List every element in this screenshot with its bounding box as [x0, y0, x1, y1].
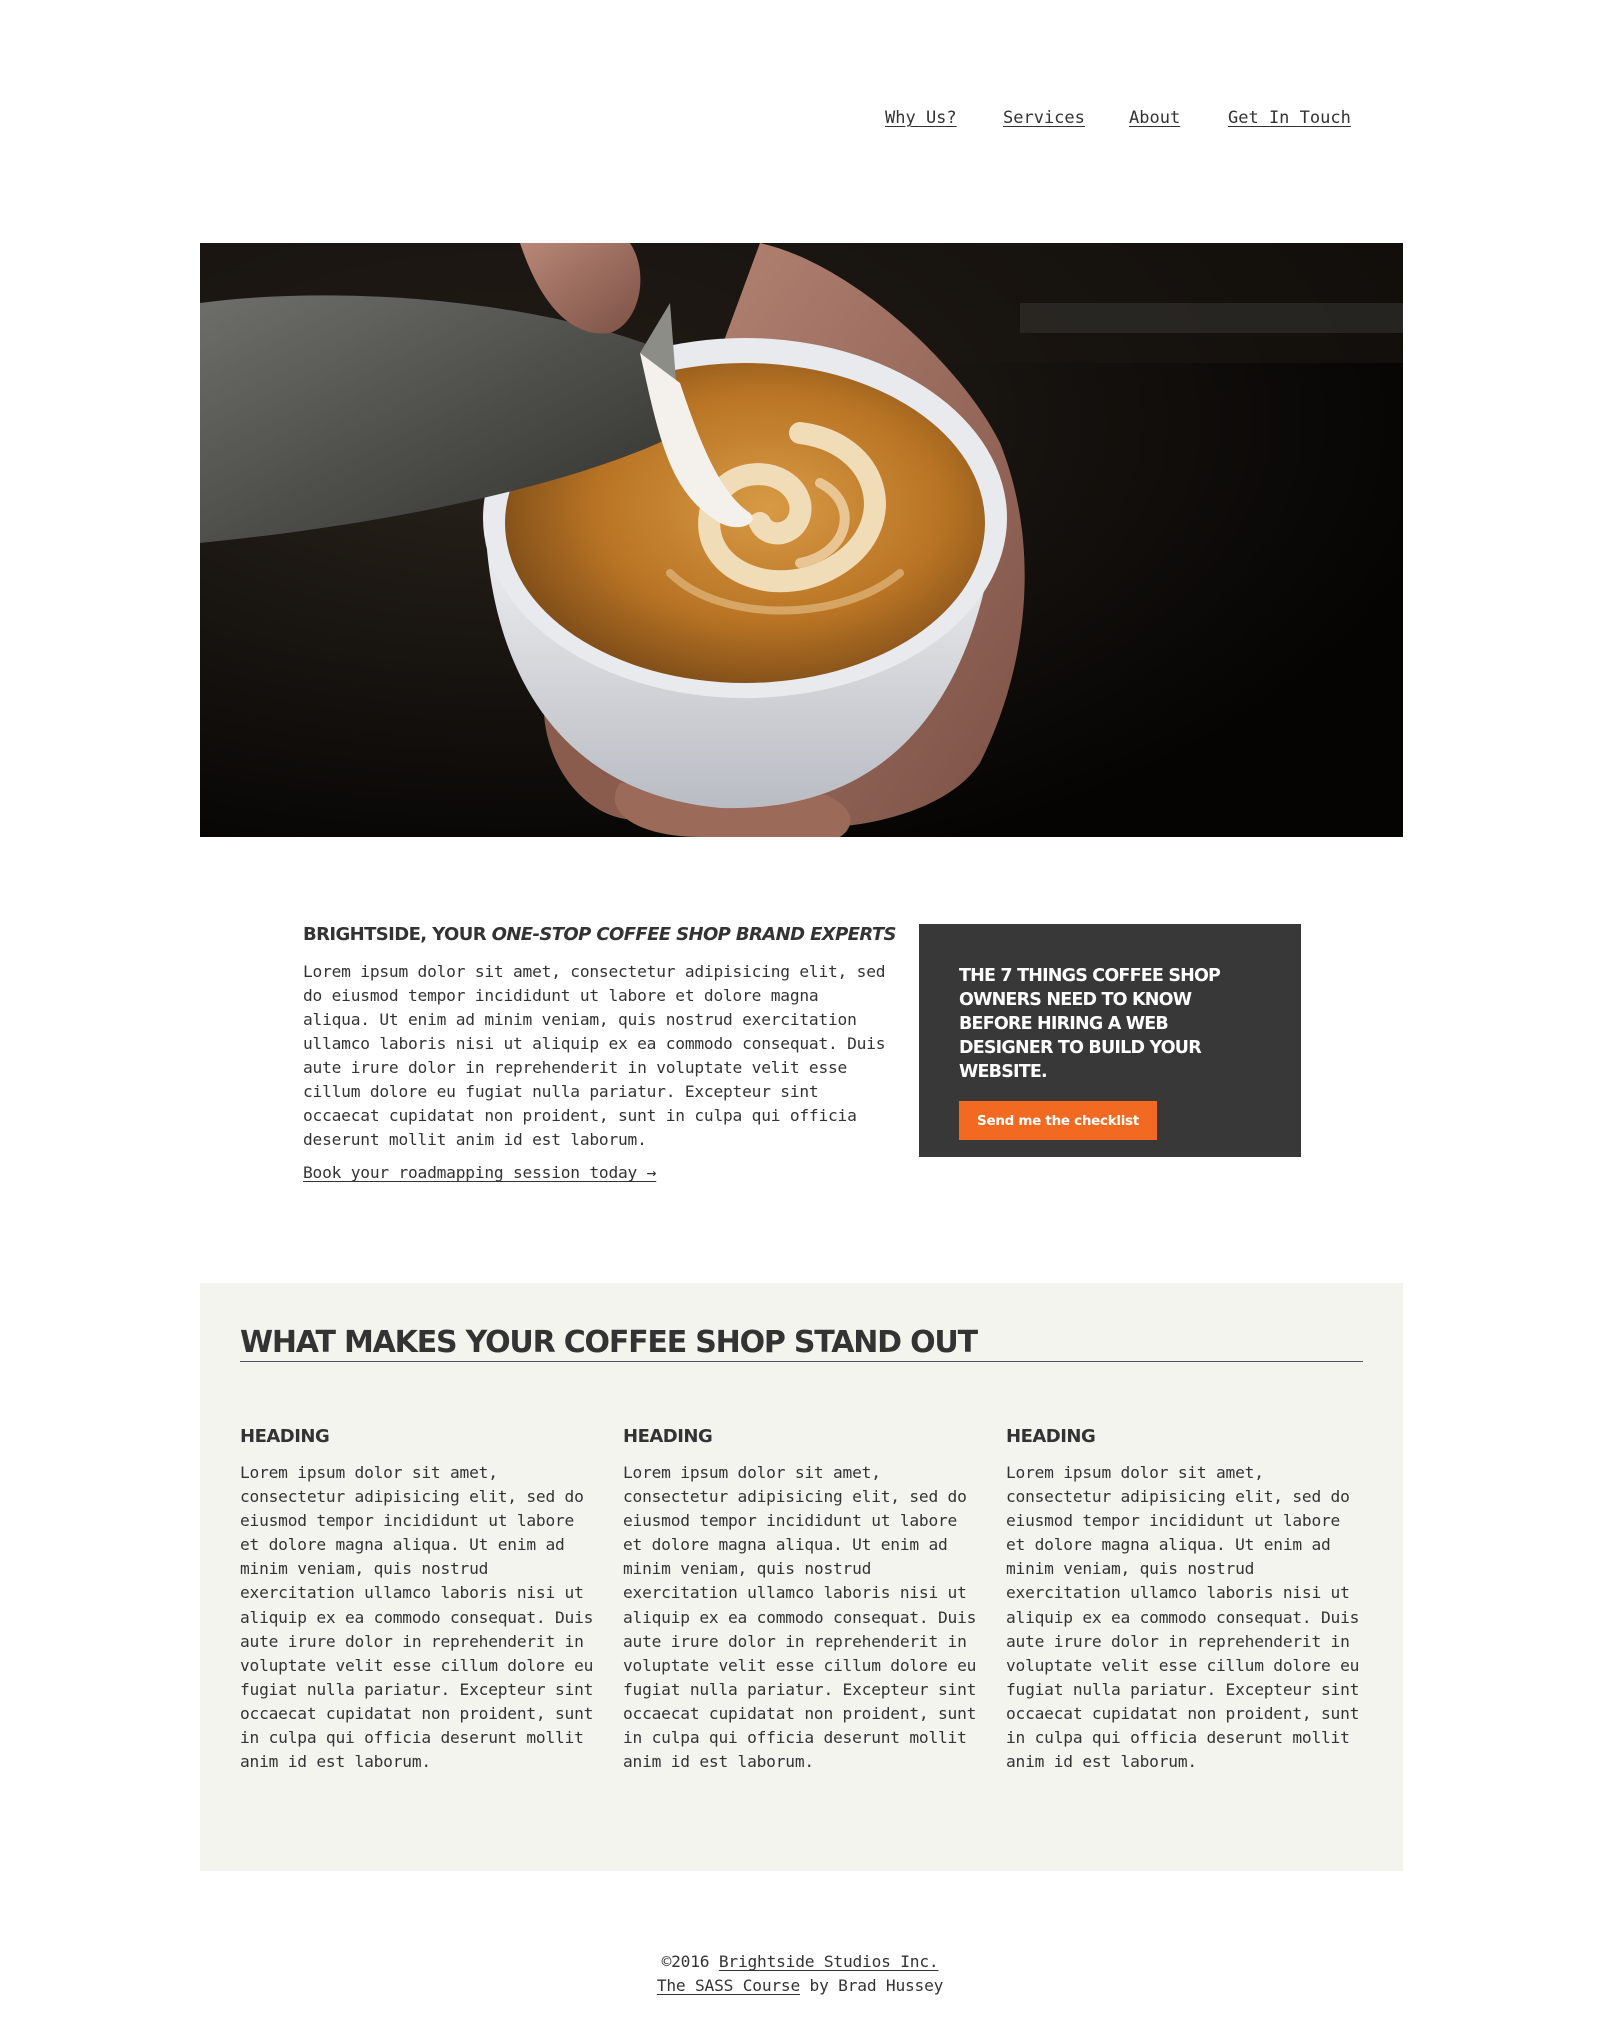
footer-byline: by Brad Hussey: [800, 1976, 944, 1995]
nav-link-services[interactable]: Services: [1003, 108, 1085, 128]
feature-column: HEADING Lorem ipsum dolor sit amet, cons…: [1006, 1426, 1366, 1774]
footer-copyright-line: ©2016 Brightside Studios Inc.: [0, 1952, 1600, 1971]
intro-heading: BRIGHTSIDE, YOUR ONE-STOP COFFEE SHOP BR…: [303, 924, 897, 945]
feature-heading: HEADING: [240, 1426, 330, 1447]
footer-copyright: ©2016: [661, 1952, 719, 1971]
feature-body: Lorem ipsum dolor sit amet, consectetur …: [1006, 1463, 1360, 1772]
footer-course-line: The SASS Course by Brad Hussey: [0, 1976, 1600, 1995]
feature-body: Lorem ipsum dolor sit amet, consectetur …: [623, 1463, 977, 1772]
nav-link-get-in-touch[interactable]: Get In Touch: [1228, 108, 1351, 128]
top-nav: Why Us? Services About Get In Touch: [0, 108, 1600, 138]
cta-title: THE 7 THINGS COFFEE SHOP OWNERS NEED TO …: [959, 966, 1221, 1082]
hero-image: [200, 243, 1403, 837]
feature-heading: HEADING: [1006, 1426, 1096, 1447]
feature-body: Lorem ipsum dolor sit amet, consectetur …: [240, 1463, 594, 1772]
feature-column: HEADING Lorem ipsum dolor sit amet, cons…: [623, 1426, 983, 1774]
checklist-cta-box: THE 7 THINGS COFFEE SHOP OWNERS NEED TO …: [919, 924, 1301, 1157]
latte-art-photo: [200, 243, 1403, 837]
intro-body: Lorem ipsum dolor sit amet, consectetur …: [303, 962, 886, 1149]
book-session-link[interactable]: Book your roadmapping session today →: [303, 1163, 656, 1182]
intro-section: BRIGHTSIDE, YOUR ONE-STOP COFFEE SHOP BR…: [303, 924, 897, 1182]
intro-heading-plain: BRIGHTSIDE, YOUR: [303, 924, 492, 945]
footer-course-link[interactable]: The SASS Course: [657, 1976, 800, 1995]
send-checklist-button[interactable]: Send me the checklist: [959, 1101, 1157, 1140]
footer-company-link[interactable]: Brightside Studios Inc.: [719, 1952, 939, 1971]
features-title: WHAT MAKES YOUR COFFEE SHOP STAND OUT: [240, 1325, 1363, 1362]
nav-link-why-us[interactable]: Why Us?: [885, 108, 957, 128]
feature-heading: HEADING: [623, 1426, 713, 1447]
feature-column: HEADING Lorem ipsum dolor sit amet, cons…: [240, 1426, 600, 1774]
features-section: WHAT MAKES YOUR COFFEE SHOP STAND OUT HE…: [200, 1283, 1403, 1871]
nav-link-about[interactable]: About: [1129, 108, 1180, 128]
intro-heading-emphasis: ONE-STOP COFFEE SHOP BRAND EXPERTS: [491, 924, 897, 945]
